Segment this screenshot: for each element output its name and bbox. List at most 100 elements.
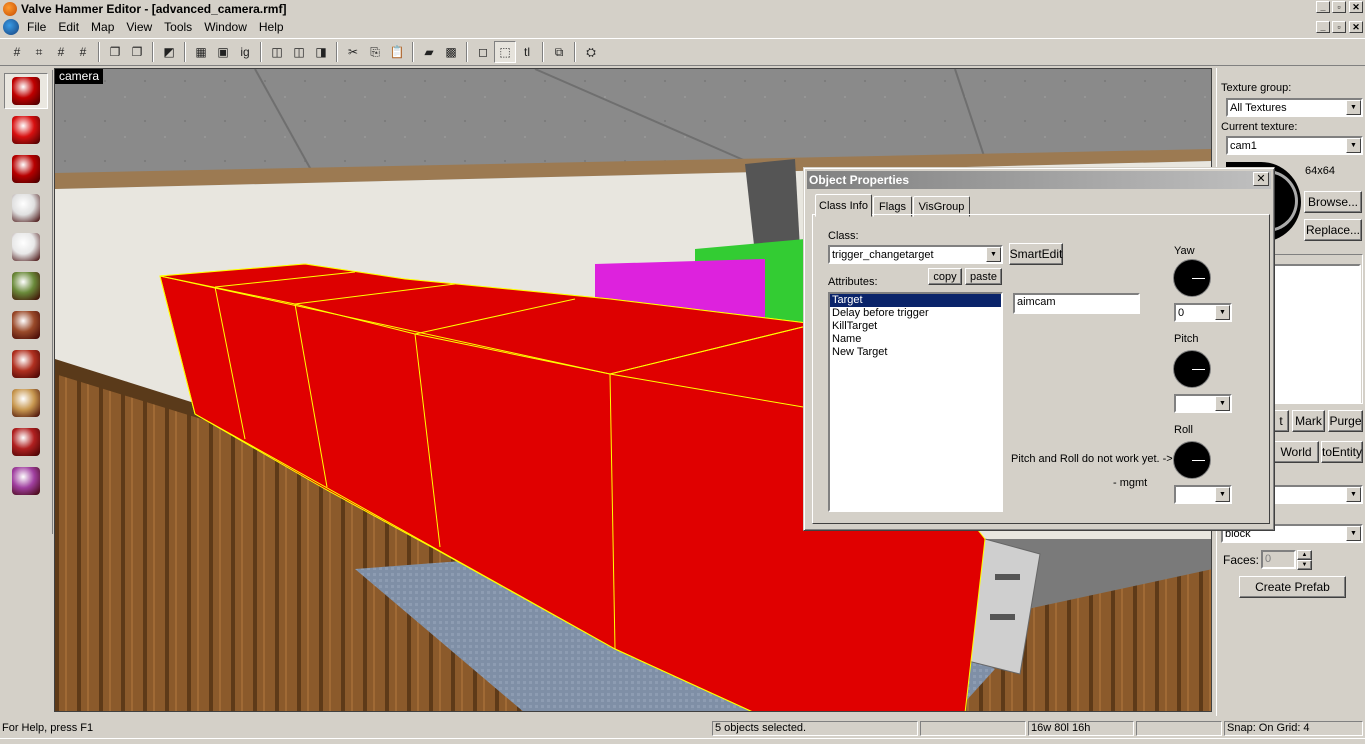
show-all-icon[interactable]: ◨ (310, 41, 332, 63)
app-icon (3, 1, 17, 16)
lightmap-icon[interactable]: ⛭ (580, 41, 602, 63)
menu-file[interactable]: File (21, 20, 52, 34)
decal-tool-icon[interactable] (4, 346, 48, 382)
chevron-down-icon[interactable]: ▼ (1346, 526, 1361, 541)
menu-tools[interactable]: Tools (158, 20, 198, 34)
smartedit-button[interactable]: SmartEdit (1009, 243, 1063, 265)
browse-button[interactable]: Browse... (1304, 191, 1362, 213)
yaw-combo[interactable]: 0 ▼ (1174, 303, 1232, 322)
roll-dial[interactable] (1173, 441, 1211, 479)
grid-smaller-icon[interactable]: # (50, 41, 72, 63)
yaw-dial[interactable] (1173, 259, 1211, 297)
chevron-down-icon[interactable]: ▼ (1215, 305, 1230, 320)
grid-3d-icon[interactable]: ⌗ (28, 41, 50, 63)
hollow-icon[interactable]: ▩ (440, 41, 462, 63)
path-tool-icon[interactable] (4, 463, 48, 499)
maximize-button[interactable]: ▫ (1332, 1, 1346, 13)
grid-larger-icon[interactable]: # (72, 41, 94, 63)
chevron-down-icon[interactable]: ▼ (1215, 487, 1230, 502)
clipping-tool-icon[interactable] (4, 385, 48, 421)
chevron-down-icon[interactable]: ▼ (986, 247, 1001, 262)
entity-tool-glyph (12, 194, 40, 222)
apply-texture-icon[interactable] (4, 307, 48, 343)
texture-lock-text-icon[interactable]: tl (516, 41, 538, 63)
camera-tool-glyph (12, 155, 40, 183)
vertex-tool-icon[interactable] (4, 424, 48, 460)
list-item[interactable]: KillTarget (830, 320, 1001, 333)
copy-icon[interactable]: ⎘ (364, 41, 386, 63)
to-entity-button[interactable]: toEntity (1321, 441, 1363, 463)
attribute-value-field[interactable]: aimcam (1013, 293, 1140, 314)
pitch-dial[interactable] (1173, 350, 1211, 388)
menu-window[interactable]: Window (198, 20, 253, 34)
block-tool-icon[interactable] (4, 229, 48, 265)
paste-icon[interactable]: 📋 (386, 41, 408, 63)
paste-button[interactable]: paste (965, 268, 1002, 285)
camera-tool-icon[interactable] (4, 151, 48, 187)
texture-application-icon[interactable] (4, 268, 48, 304)
chevron-down-icon[interactable]: ▼ (1215, 396, 1230, 411)
compile-icon[interactable]: ▦ (190, 41, 212, 63)
list-item[interactable]: Name (830, 333, 1001, 346)
copy-button[interactable]: copy (928, 268, 962, 285)
note-text-2: - mgmt (1113, 477, 1148, 489)
carve-icon[interactable]: ▰ (418, 41, 440, 63)
texture-group-combo[interactable]: All Textures ▼ (1226, 98, 1363, 117)
list-item[interactable]: Target (830, 294, 1001, 307)
cut-icon[interactable]: ✂ (342, 41, 364, 63)
class-label: Class: (828, 230, 859, 242)
run-map-icon[interactable]: ▣ (212, 41, 234, 63)
clipping-tool-glyph (12, 389, 40, 417)
toolbar-separator (184, 42, 186, 62)
attributes-list[interactable]: Target Delay before trigger KillTarget N… (828, 292, 1003, 512)
pitch-combo[interactable]: ▼ (1174, 394, 1232, 413)
vertex-tool-glyph (12, 428, 40, 456)
faces-field[interactable]: 0 (1261, 550, 1296, 569)
tab-class-info[interactable]: Class Info (815, 194, 872, 217)
doc-minimize-button[interactable]: _ (1316, 21, 1330, 33)
undo-icon[interactable]: ◩ (158, 41, 180, 63)
select-box-icon[interactable]: ◻ (472, 41, 494, 63)
current-texture-combo[interactable]: cam1 ▼ (1226, 136, 1363, 155)
chevron-down-icon[interactable]: ▼ (1346, 138, 1361, 153)
to-world-button[interactable]: World (1273, 441, 1319, 463)
doc-restore-button[interactable]: ▫ (1332, 21, 1346, 33)
faces-up-button[interactable]: ▲ (1297, 550, 1312, 560)
list-item[interactable]: New Target (830, 346, 1001, 359)
toolbar-separator (152, 42, 154, 62)
replace-button[interactable]: Replace... (1304, 219, 1362, 241)
menu-edit[interactable]: Edit (52, 20, 85, 34)
hide-unselected-icon[interactable]: ◫ (288, 41, 310, 63)
close-icon[interactable]: ✕ (1253, 172, 1269, 186)
chevron-down-icon[interactable]: ▼ (1346, 487, 1361, 502)
status-size: 16w 80l 16h (1028, 721, 1134, 736)
hide-selected-icon[interactable]: ◫ (266, 41, 288, 63)
class-combo[interactable]: trigger_changetarget ▼ (828, 245, 1003, 264)
purge-button[interactable]: Purge (1328, 410, 1363, 432)
mark-button[interactable]: Mark (1292, 410, 1325, 432)
menu-view[interactable]: View (120, 20, 158, 34)
texture-lock-icon[interactable]: ⬚ (494, 41, 516, 63)
entity-report-icon[interactable]: ⧉ (548, 41, 570, 63)
faces-down-button[interactable]: ▼ (1297, 560, 1312, 570)
magnify-tool-icon[interactable] (4, 112, 48, 148)
load-window-state-icon[interactable]: ❐ (104, 41, 126, 63)
close-button[interactable]: ✕ (1349, 1, 1363, 13)
entity-tool-icon[interactable] (4, 190, 48, 226)
object-properties-dialog: Object Properties ✕ Class Info Flags Vis… (803, 167, 1275, 531)
apply-texture-glyph (12, 311, 40, 339)
save-window-state-icon[interactable]: ❐ (126, 41, 148, 63)
edit-visgroup-button[interactable]: t (1273, 410, 1289, 432)
ignore-grouping-icon[interactable]: ig (234, 41, 256, 63)
grid-toggle-icon[interactable]: # (6, 41, 28, 63)
roll-combo[interactable]: ▼ (1174, 485, 1232, 504)
list-item[interactable]: Delay before trigger (830, 307, 1001, 320)
selection-tool-icon[interactable] (4, 73, 48, 109)
menu-map[interactable]: Map (85, 20, 120, 34)
chevron-down-icon[interactable]: ▼ (1346, 100, 1361, 115)
document-icon[interactable] (3, 19, 19, 35)
create-prefab-button[interactable]: Create Prefab (1239, 576, 1346, 598)
doc-close-button[interactable]: ✕ (1349, 21, 1363, 33)
menu-help[interactable]: Help (253, 20, 290, 34)
minimize-button[interactable]: _ (1316, 1, 1330, 13)
